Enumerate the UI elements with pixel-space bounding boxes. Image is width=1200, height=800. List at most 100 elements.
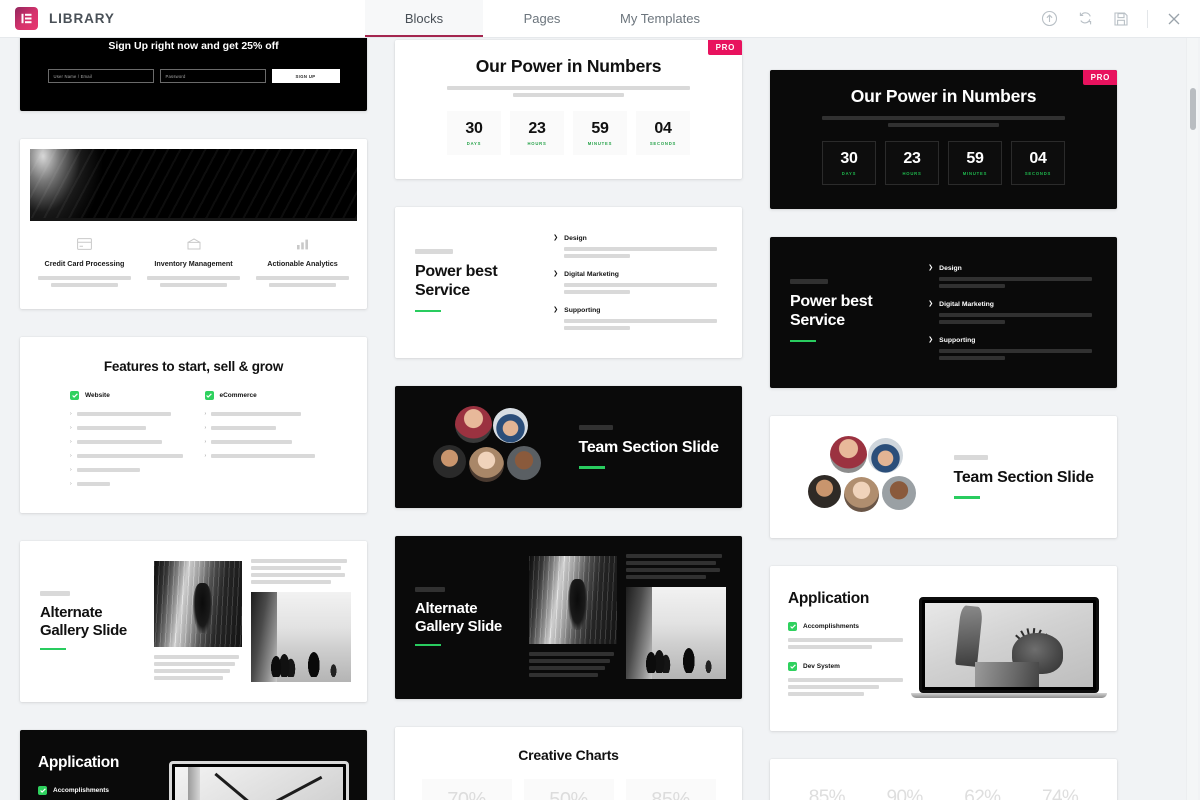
tab-blocks-label: Blocks: [404, 11, 444, 26]
eyebrow-text: [578, 425, 613, 431]
countdown-label: SECONDS: [649, 141, 677, 146]
signup-title: Sign Up right now and get 25% off: [108, 40, 279, 52]
avatar: [454, 406, 492, 443]
gallery-photo: [529, 556, 618, 644]
tab-pages[interactable]: Pages: [483, 0, 601, 37]
template-card-creative-charts[interactable]: Creative Charts 70% 50% 85%: [395, 727, 742, 800]
eyebrow-text: [415, 586, 445, 592]
template-card-features-grow[interactable]: Features to start, sell & grow Website ›…: [20, 337, 367, 513]
chart-value-box: 50%: [523, 779, 614, 800]
countdown-units: 30 DAYS 23 HOURS 59 MINUTES 04 SECONDS: [788, 141, 1099, 185]
avatar-group: [792, 436, 950, 518]
counter-item: 85% SUPPORTING: [788, 787, 866, 800]
countdown-units: 30 DAYS 23 HOURS 59 MINUTES 04 SECONDS: [413, 111, 724, 155]
credit-card-icon: [38, 238, 131, 250]
avatar: [468, 447, 504, 482]
header-actions: [1039, 0, 1200, 37]
app-feature-item: Accomplishments: [38, 786, 169, 800]
signup-submit-button[interactable]: SIGN UP: [271, 69, 340, 83]
service-desc: [939, 349, 1097, 360]
countdown-unit: 59 MINUTES: [948, 141, 1002, 185]
bar-chart-icon: [256, 238, 349, 250]
counter-value: 62%: [964, 787, 1001, 800]
template-card-countdown-dark[interactable]: PRO Our Power in Numbers 30 DAYS 23 HOUR…: [770, 70, 1117, 209]
block-title: Our Power in Numbers: [475, 56, 662, 76]
hero-image: [30, 149, 357, 221]
template-card-power-service-light[interactable]: Power best Service ❯ Design ❯ Digital Ma…: [395, 207, 742, 358]
laptop-mockup: [168, 761, 349, 800]
save-icon[interactable]: [1111, 9, 1131, 29]
countdown-unit: 30 DAYS: [822, 141, 876, 185]
block-title: Application: [788, 590, 870, 607]
template-card-percent-counters[interactable]: 85% SUPPORTING 90% DESIGN 62% SUPPORT: [770, 759, 1117, 800]
signup-password-field[interactable]: Password: [159, 69, 266, 83]
countdown-value: 30: [840, 150, 858, 167]
library-modal: LIBRARY Blocks Pages My Templates Sign U…: [0, 0, 1200, 800]
library-tabs: Blocks Pages My Templates: [365, 0, 719, 37]
vertical-scrollbar[interactable]: [1186, 38, 1198, 800]
statue-of-liberty-photo: [924, 603, 1093, 687]
avatar: [843, 477, 879, 512]
tab-my-templates[interactable]: My Templates: [601, 0, 719, 37]
scrollbar-thumb[interactable]: [1190, 88, 1196, 130]
tab-my-templates-label: My Templates: [620, 11, 700, 26]
app-feature-name: Accomplishments: [53, 787, 109, 794]
template-card-signup[interactable]: PRO Sign Up right now and get 25% off Us…: [20, 38, 367, 111]
service-name: Digital Marketing: [939, 301, 994, 308]
countdown-unit: 04 SECONDS: [636, 111, 690, 155]
block-subtitle: [447, 86, 690, 97]
pro-badge: PRO: [1082, 70, 1117, 85]
list-item: ❯ Supporting: [928, 337, 1097, 360]
gallery-photo: [251, 592, 351, 682]
signup-form: User Name / Email Password SIGN UP: [42, 69, 345, 83]
service-desc: [939, 313, 1097, 324]
accent-rule: [415, 309, 441, 313]
template-card-team-light[interactable]: Team Section Slide: [770, 416, 1117, 538]
app-feature-name: Accomplishments: [803, 623, 859, 630]
modal-header: LIBRARY Blocks Pages My Templates: [0, 0, 1200, 38]
laptop-mockup: [910, 597, 1107, 698]
brand: LIBRARY: [0, 0, 365, 37]
app-feature-desc: [788, 678, 919, 696]
signup-preview: Sign Up right now and get 25% off User N…: [20, 38, 367, 111]
template-card-countdown-light[interactable]: PRO Our Power in Numbers 30 DAYS 23 HOUR…: [395, 40, 742, 179]
avatar: [881, 476, 916, 511]
block-title: Alternate Gallery Slide: [40, 603, 127, 639]
templates-grid[interactable]: PRO Sign Up right now and get 25% off Us…: [0, 38, 1200, 800]
countdown-value: 59: [966, 150, 984, 167]
service-name: Digital Marketing: [564, 271, 619, 278]
signup-username-field[interactable]: User Name / Email: [47, 69, 154, 83]
counter-value: 90%: [886, 787, 924, 800]
avatar: [506, 446, 541, 481]
countdown-unit: 23 HOURS: [885, 141, 939, 185]
upload-icon[interactable]: [1039, 9, 1059, 29]
template-card-gallery-light[interactable]: Alternate Gallery Slide: [20, 541, 367, 702]
list-item: ›: [70, 411, 183, 417]
template-card-application-dark[interactable]: Application Accomplishments: [20, 730, 367, 800]
template-card-gallery-dark[interactable]: Alternate Gallery Slide: [395, 536, 742, 699]
countdown-label: SECONDS: [1024, 171, 1052, 176]
signup-submit-label: SIGN UP: [295, 73, 316, 79]
chevron-right-icon: ❯: [553, 235, 559, 241]
block-title: Team Section Slide: [953, 469, 1094, 487]
feature-desc: [38, 276, 131, 287]
list-item: ›: [70, 439, 183, 445]
feature-desc: [147, 276, 240, 287]
grid-column-3: PRO Our Power in Numbers 30 DAYS 23 HOUR…: [770, 70, 1117, 800]
block-title: Team Section Slide: [578, 439, 719, 457]
tab-blocks[interactable]: Blocks: [365, 0, 483, 37]
template-card-team-dark[interactable]: Team Section Slide: [395, 386, 742, 508]
countdown-value: 23: [528, 120, 546, 137]
feature-item: Inventory Management: [139, 238, 248, 287]
block-title: Alternate Gallery Slide: [415, 599, 502, 635]
list-item: ›: [205, 439, 318, 445]
template-card-features-icons[interactable]: Credit Card Processing Inventory Managem…: [20, 139, 367, 309]
sync-icon[interactable]: [1075, 9, 1095, 29]
template-card-application-light[interactable]: Application Accomplishments Dev System: [770, 566, 1117, 731]
close-icon[interactable]: [1164, 9, 1184, 29]
eyebrow-text: [415, 249, 453, 254]
template-card-power-service-dark[interactable]: Power best Service ❯ Design ❯ Digital Ma…: [770, 237, 1117, 388]
gallery-photo: [626, 587, 726, 679]
countdown-label: MINUTES: [587, 141, 613, 146]
countdown-value: 04: [654, 120, 672, 137]
